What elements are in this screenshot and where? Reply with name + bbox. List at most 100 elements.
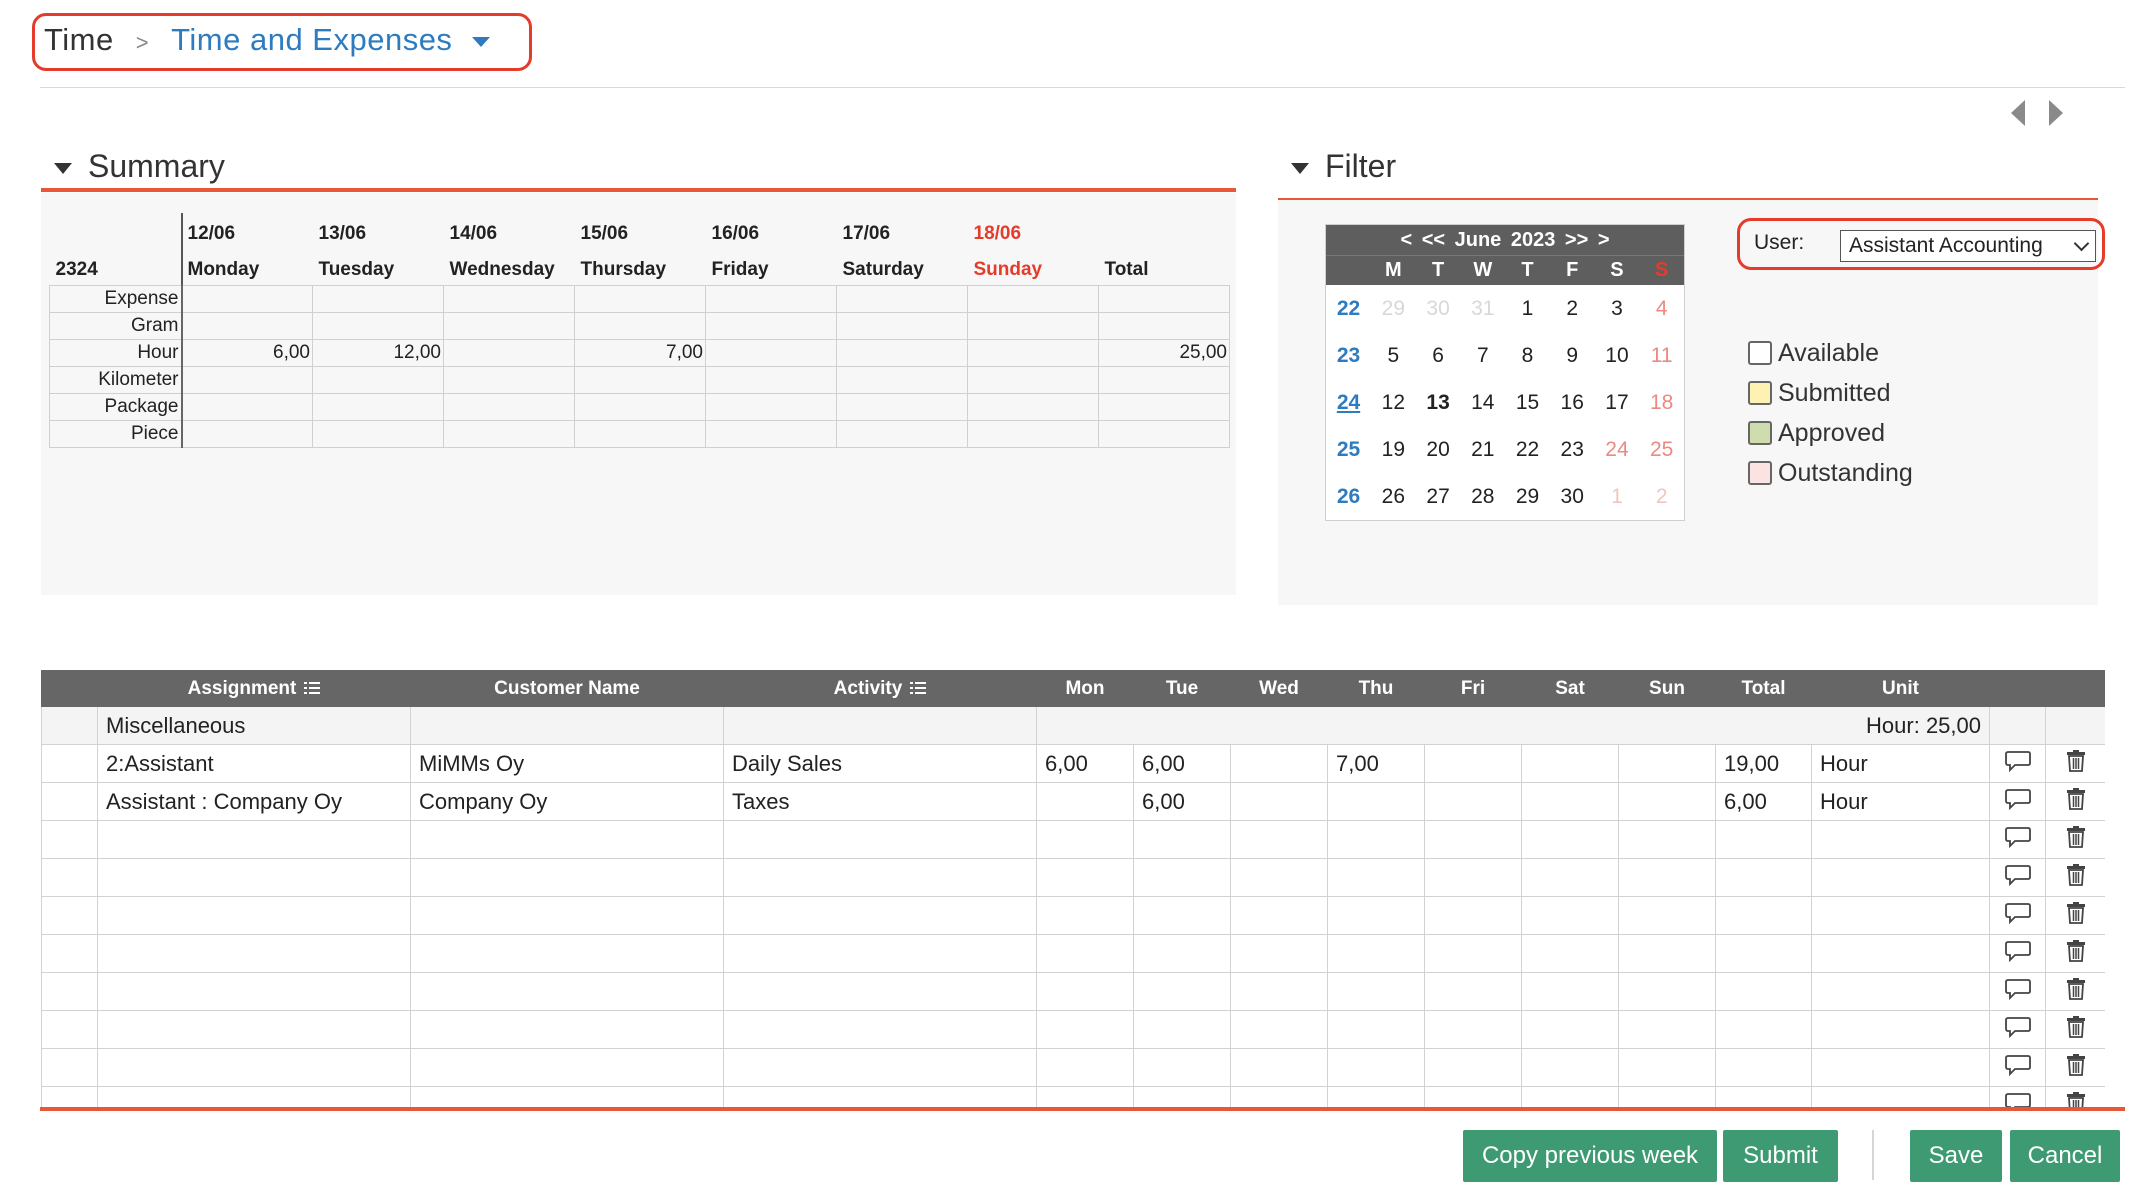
day-hours-cell[interactable] bbox=[1327, 782, 1425, 821]
empty-cell[interactable] bbox=[1715, 896, 1812, 935]
empty-cell[interactable] bbox=[1521, 1048, 1619, 1087]
empty-cell[interactable] bbox=[1618, 858, 1716, 897]
calendar-day[interactable]: 3 bbox=[1595, 285, 1640, 332]
empty-cell[interactable] bbox=[1618, 1010, 1716, 1049]
empty-cell[interactable] bbox=[1133, 858, 1231, 897]
day-hours-cell[interactable]: 6,00 bbox=[1133, 744, 1231, 783]
empty-cell[interactable] bbox=[1133, 820, 1231, 859]
empty-cell[interactable] bbox=[1618, 820, 1716, 859]
calendar-week-number[interactable]: 24 bbox=[1326, 379, 1371, 426]
calendar-week-number[interactable]: 23 bbox=[1326, 332, 1371, 379]
day-hours-cell[interactable] bbox=[1521, 744, 1619, 783]
calendar-day[interactable]: 31 bbox=[1460, 285, 1505, 332]
empty-cell[interactable] bbox=[1715, 858, 1812, 897]
trash-icon[interactable] bbox=[2045, 1010, 2105, 1049]
calendar-day[interactable]: 1 bbox=[1505, 285, 1550, 332]
summary-heading[interactable]: Summary bbox=[54, 148, 225, 185]
empty-cell[interactable] bbox=[1230, 858, 1328, 897]
day-hours-cell[interactable] bbox=[1424, 744, 1522, 783]
empty-cell[interactable] bbox=[1424, 820, 1522, 859]
empty-cell[interactable] bbox=[1133, 1010, 1231, 1049]
empty-cell[interactable] bbox=[1133, 1048, 1231, 1087]
list-icon[interactable] bbox=[910, 682, 927, 695]
day-hours-cell[interactable] bbox=[1424, 782, 1522, 821]
day-hours-cell[interactable] bbox=[1521, 782, 1619, 821]
calendar-day[interactable]: 6 bbox=[1416, 332, 1461, 379]
calendar-day[interactable]: 30 bbox=[1416, 285, 1461, 332]
empty-cell[interactable] bbox=[1036, 896, 1134, 935]
empty-cell[interactable] bbox=[1036, 1048, 1134, 1087]
calendar-week-number[interactable]: 22 bbox=[1326, 285, 1371, 332]
empty-cell[interactable] bbox=[1327, 858, 1425, 897]
calendar-day[interactable]: 18 bbox=[1639, 379, 1684, 426]
empty-cell[interactable] bbox=[97, 972, 411, 1011]
save-button[interactable]: Save bbox=[1910, 1130, 2002, 1182]
comment-icon[interactable] bbox=[1989, 934, 2046, 973]
assignment-cell[interactable]: Assistant : Company Oy bbox=[97, 782, 411, 821]
legend-item[interactable]: Outstanding bbox=[1748, 453, 1913, 493]
calendar-day[interactable]: 19 bbox=[1371, 426, 1416, 473]
empty-cell[interactable] bbox=[1230, 1048, 1328, 1087]
empty-cell[interactable] bbox=[410, 1048, 724, 1087]
trash-icon[interactable] bbox=[2045, 934, 2105, 973]
comment-icon[interactable] bbox=[1989, 896, 2046, 935]
day-hours-cell[interactable] bbox=[1230, 782, 1328, 821]
comment-icon[interactable] bbox=[1989, 858, 2046, 897]
calendar-day[interactable]: 13 bbox=[1416, 379, 1461, 426]
calendar-day[interactable]: 11 bbox=[1639, 332, 1684, 379]
empty-cell[interactable] bbox=[410, 934, 724, 973]
empty-cell[interactable] bbox=[1521, 934, 1619, 973]
empty-cell[interactable] bbox=[723, 896, 1037, 935]
calendar-day[interactable]: 4 bbox=[1639, 285, 1684, 332]
calendar-day[interactable]: 16 bbox=[1550, 379, 1595, 426]
submit-button[interactable]: Submit bbox=[1723, 1130, 1838, 1182]
empty-cell[interactable] bbox=[1715, 1048, 1812, 1087]
empty-cell[interactable] bbox=[723, 858, 1037, 897]
day-hours-cell[interactable] bbox=[1230, 744, 1328, 783]
day-hours-cell[interactable] bbox=[1036, 782, 1134, 821]
copy-previous-week-button[interactable]: Copy previous week bbox=[1463, 1130, 1717, 1182]
empty-cell[interactable] bbox=[1327, 1010, 1425, 1049]
empty-cell[interactable] bbox=[410, 1010, 724, 1049]
empty-cell[interactable] bbox=[410, 820, 724, 859]
calendar-month-nav[interactable]: < << June 2023 >> > bbox=[1326, 225, 1684, 255]
empty-cell[interactable] bbox=[1230, 972, 1328, 1011]
legend-checkbox[interactable] bbox=[1748, 341, 1772, 365]
empty-cell[interactable] bbox=[1424, 896, 1522, 935]
comment-icon[interactable] bbox=[1989, 744, 2046, 783]
calendar-day[interactable]: 26 bbox=[1371, 473, 1416, 520]
calendar-day[interactable]: 12 bbox=[1371, 379, 1416, 426]
calendar-day[interactable]: 27 bbox=[1416, 473, 1461, 520]
next-arrow-icon[interactable] bbox=[2049, 100, 2063, 126]
breadcrumb-dropdown-icon[interactable] bbox=[472, 36, 491, 47]
empty-cell[interactable] bbox=[1618, 972, 1716, 1011]
row-select-cell[interactable] bbox=[41, 782, 98, 821]
empty-cell[interactable] bbox=[97, 820, 411, 859]
calendar-day[interactable]: 5 bbox=[1371, 332, 1416, 379]
empty-cell[interactable] bbox=[1327, 820, 1425, 859]
legend-checkbox[interactable] bbox=[1748, 461, 1772, 485]
empty-cell[interactable] bbox=[1715, 972, 1812, 1011]
empty-cell[interactable] bbox=[723, 1048, 1037, 1087]
empty-cell[interactable] bbox=[1811, 858, 1990, 897]
empty-cell[interactable] bbox=[1618, 896, 1716, 935]
empty-cell[interactable] bbox=[41, 1010, 98, 1049]
row-select-cell[interactable] bbox=[41, 744, 98, 783]
empty-cell[interactable] bbox=[1715, 934, 1812, 973]
calendar-day[interactable]: 21 bbox=[1460, 426, 1505, 473]
comment-icon[interactable] bbox=[1989, 1048, 2046, 1087]
comment-icon[interactable] bbox=[1989, 782, 2046, 821]
list-icon[interactable] bbox=[304, 682, 321, 695]
empty-cell[interactable] bbox=[1424, 934, 1522, 973]
empty-cell[interactable] bbox=[41, 972, 98, 1011]
calendar-day[interactable]: 28 bbox=[1460, 473, 1505, 520]
trash-icon[interactable] bbox=[2045, 782, 2105, 821]
empty-cell[interactable] bbox=[1133, 934, 1231, 973]
empty-cell[interactable] bbox=[410, 896, 724, 935]
empty-cell[interactable] bbox=[1036, 858, 1134, 897]
calendar-week-number[interactable]: 25 bbox=[1326, 426, 1371, 473]
calendar-day[interactable]: 29 bbox=[1371, 285, 1416, 332]
customer-cell[interactable]: Company Oy bbox=[410, 782, 724, 821]
empty-cell[interactable] bbox=[1811, 934, 1990, 973]
day-hours-cell[interactable] bbox=[1618, 782, 1716, 821]
